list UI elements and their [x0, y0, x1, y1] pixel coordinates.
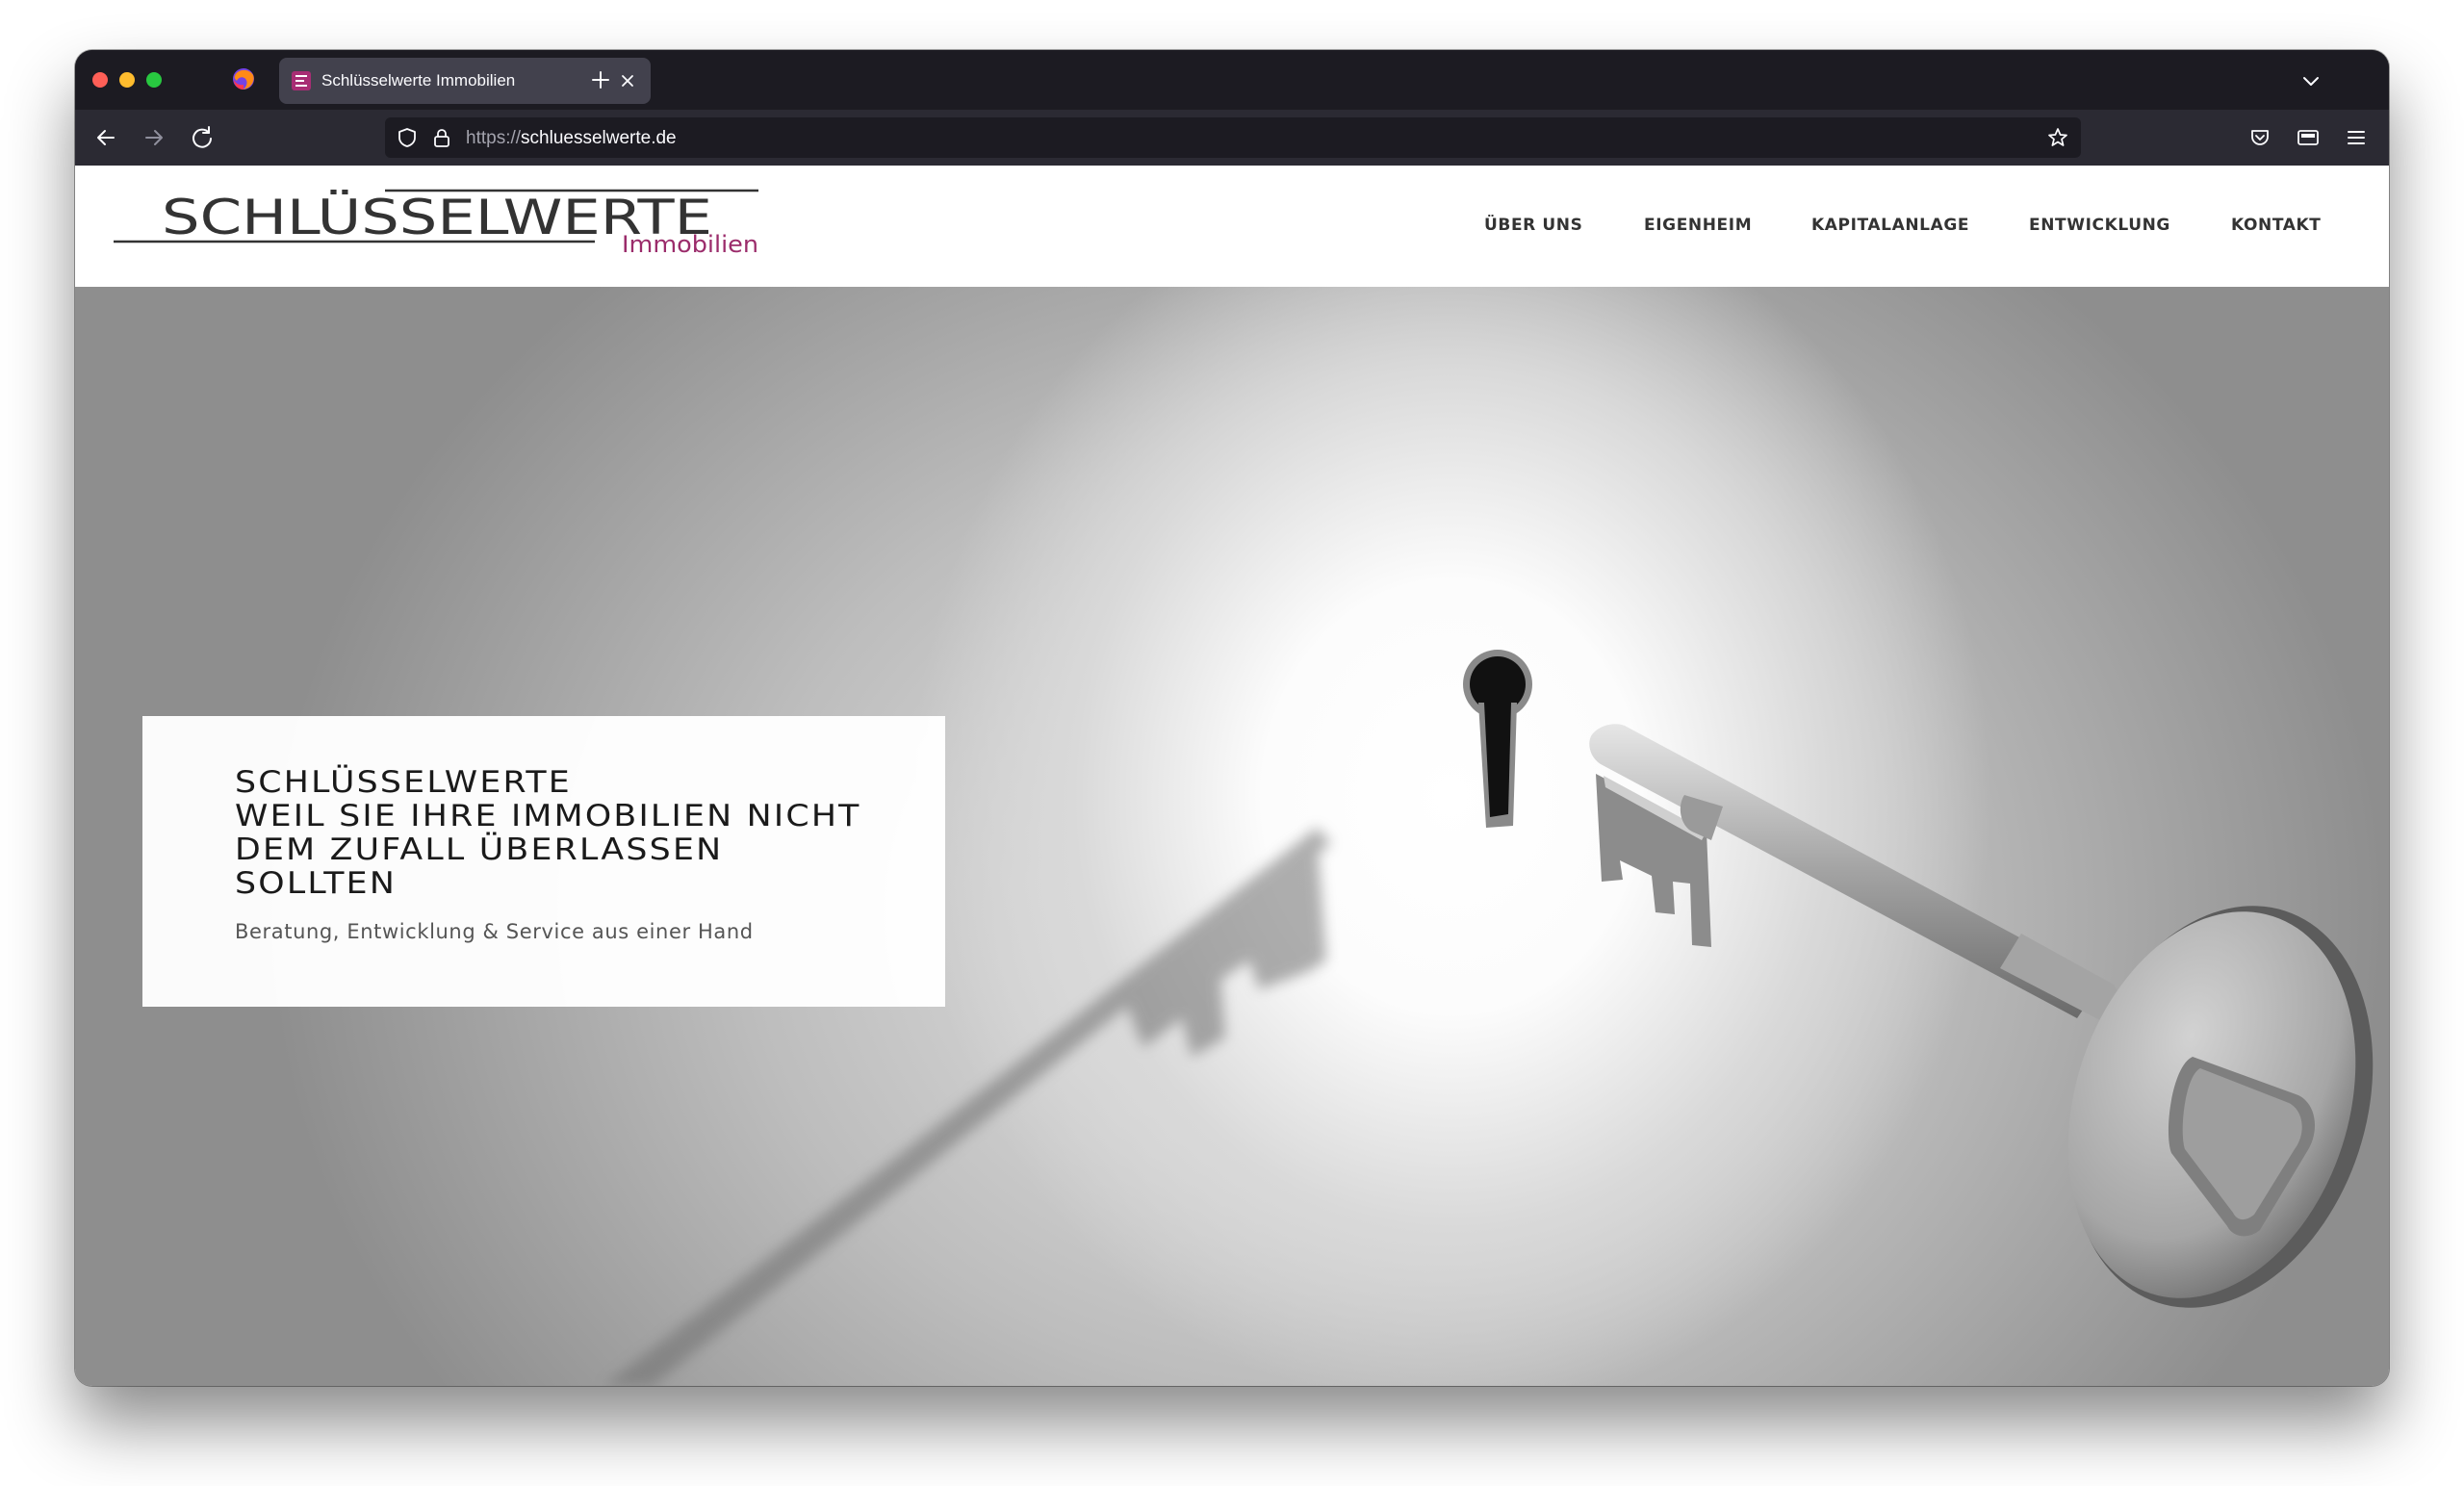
shield-icon[interactable]: [397, 127, 418, 148]
tab-strip: Schlüsselwerte Immobilien: [75, 50, 2389, 110]
bookmark-star-icon[interactable]: [2046, 126, 2069, 149]
nav-item-ueber-uns[interactable]: ÜBER UNS: [1484, 216, 1582, 235]
pocket-icon[interactable]: [2245, 122, 2275, 153]
new-tab-icon[interactable]: [587, 66, 614, 93]
url-bar[interactable]: https://schluesselwerte.de: [385, 117, 2081, 158]
nav-item-eigenheim[interactable]: EIGENHEIM: [1644, 216, 1752, 235]
menu-icon[interactable]: [2341, 122, 2372, 153]
logo-graphic: SCHLÜSSELWERTE Immobilien: [114, 189, 758, 258]
lock-icon[interactable]: [431, 127, 452, 148]
nav-item-kapitalanlage[interactable]: KAPITALANLAGE: [1811, 216, 1969, 235]
keyhole-graphic: [1463, 650, 1532, 828]
navigation-toolbar: https://schluesselwerte.de: [75, 110, 2389, 166]
tab-title: Schlüsselwerte Immobilien: [321, 71, 516, 90]
hero-headline: SCHLÜSSELWERTE WEIL SIE IHRE IMMOBILIEN …: [235, 766, 968, 901]
forward-icon[interactable]: [139, 122, 169, 153]
hero-headline-line: WEIL SIE IHRE IMMOBILIEN NICHT: [235, 799, 861, 833]
key-graphic: [1589, 724, 2374, 1308]
reload-icon[interactable]: [187, 122, 218, 153]
back-icon[interactable]: [90, 122, 121, 153]
site-favicon-icon: [292, 71, 311, 90]
window-maximize-button[interactable]: [146, 72, 162, 88]
reader-view-icon[interactable]: [2293, 122, 2323, 153]
hero-section: SCHLÜSSELWERTE WEIL SIE IHRE IMMOBILIEN …: [75, 287, 2389, 1386]
close-icon[interactable]: [616, 69, 639, 92]
nav-item-kontakt[interactable]: KONTAKT: [2231, 216, 2322, 235]
website-content: SCHLÜSSELWERTE Immobilien ÜBER UNS EIGEN…: [75, 166, 2389, 1386]
url-host: schluesselwerte.de: [521, 128, 677, 148]
firefox-icon[interactable]: [231, 66, 256, 91]
list-all-tabs-icon[interactable]: [2298, 68, 2323, 93]
url-protocol: https://: [466, 128, 522, 148]
hero-headline-line: SOLLTEN: [235, 866, 398, 901]
logo-subtitle: Immobilien: [622, 231, 758, 258]
hero-headline-line: SCHLÜSSELWERTE: [235, 765, 572, 800]
window-close-button[interactable]: [92, 72, 108, 88]
window-minimize-button[interactable]: [119, 72, 135, 88]
site-logo[interactable]: SCHLÜSSELWERTE Immobilien: [114, 189, 768, 262]
url-text[interactable]: https://schluesselwerte.de: [466, 128, 677, 149]
hero-text-card: SCHLÜSSELWERTE WEIL SIE IHRE IMMOBILIEN …: [142, 716, 945, 1007]
site-header: SCHLÜSSELWERTE Immobilien ÜBER UNS EIGEN…: [75, 166, 2389, 287]
hero-headline-line: DEM ZUFALL ÜBERLASSEN: [235, 833, 724, 867]
nav-item-entwicklung[interactable]: ENTWICKLUNG: [2029, 216, 2170, 235]
browser-window: Schlüsselwerte Immobilien https://schlue…: [75, 50, 2389, 1386]
hero-subtitle: Beratung, Entwicklung & Service aus eine…: [235, 920, 754, 943]
